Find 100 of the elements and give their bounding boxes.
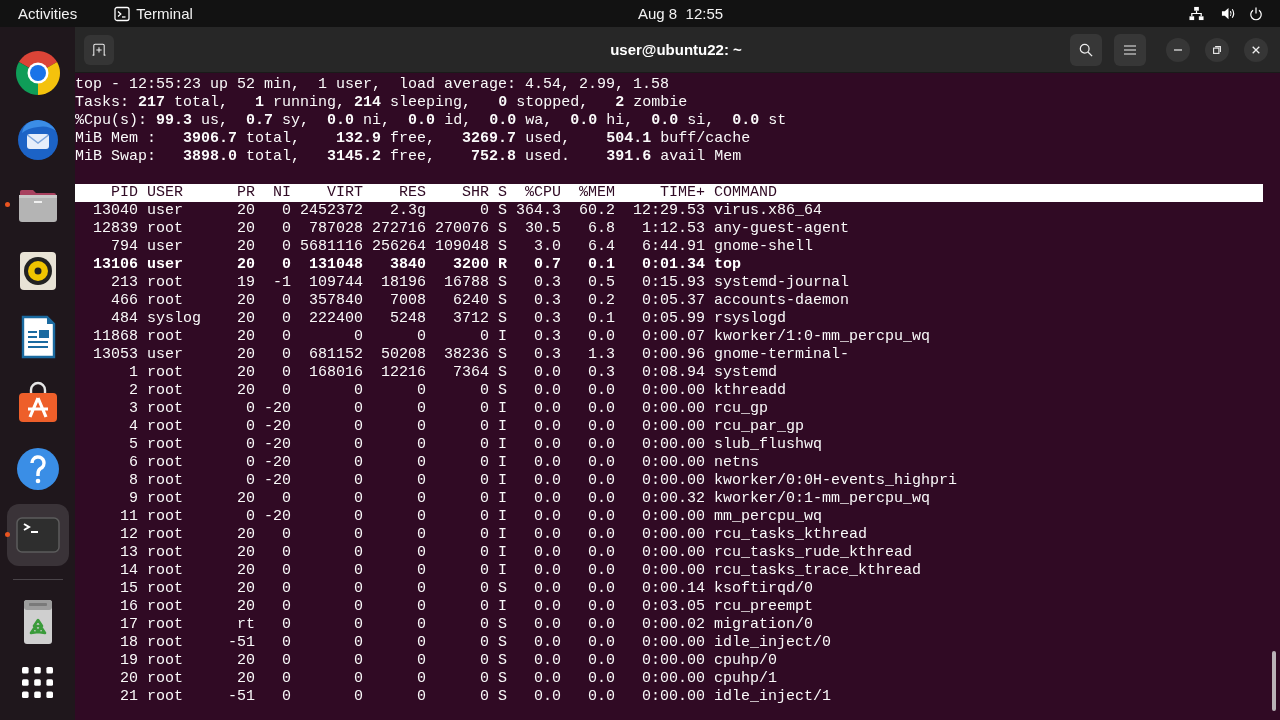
- table-cell: 0: [354, 616, 363, 634]
- table-cell: 13040: [93, 202, 138, 220]
- table-cell: 15: [120, 580, 138, 598]
- table-cell: 0: [417, 472, 426, 490]
- table-cell: 5681116: [300, 238, 363, 256]
- table-cell: -20: [264, 400, 291, 418]
- app-menu-button[interactable]: Terminal: [114, 0, 193, 27]
- table-cell: 18196: [381, 274, 426, 292]
- table-cell: rcu_tasks_trace_kthread: [714, 562, 922, 580]
- table-cell: I: [498, 598, 507, 616]
- table-cell: 5: [129, 436, 138, 454]
- power-icon[interactable]: [1249, 6, 1263, 21]
- restore-button[interactable]: [1205, 37, 1229, 62]
- table-cell: 0: [354, 472, 363, 490]
- table-cell: 0: [282, 202, 291, 220]
- table-cell: 466: [111, 292, 138, 310]
- table-cell: 20: [237, 220, 255, 238]
- network-icon[interactable]: [1189, 6, 1204, 21]
- table-cell: 0.3: [534, 310, 561, 328]
- table-cell: 6.8: [588, 220, 615, 238]
- table-cell: 3200: [453, 256, 489, 274]
- table-cell: 0: [282, 580, 291, 598]
- column-header: COMMAND: [714, 184, 777, 202]
- table-cell: 0.3: [534, 274, 561, 292]
- table-cell: 0.0: [534, 652, 561, 670]
- table-cell: S: [498, 670, 507, 688]
- table-cell: -51: [228, 634, 255, 652]
- table-cell: 0: [417, 400, 426, 418]
- table-cell: 13053: [93, 346, 138, 364]
- table-cell: 0: [417, 526, 426, 544]
- table-cell: root: [147, 274, 183, 292]
- table-cell: 0: [282, 544, 291, 562]
- table-cell: S: [498, 238, 507, 256]
- table-cell: 4: [129, 418, 138, 436]
- table-cell: 0: [282, 382, 291, 400]
- search-button[interactable]: [1070, 33, 1102, 66]
- table-cell: 0: [282, 688, 291, 706]
- table-cell: S: [498, 202, 507, 220]
- scrollbar-thumb[interactable]: [1272, 651, 1276, 711]
- table-cell: top: [714, 256, 741, 274]
- table-cell: 1.3: [588, 346, 615, 364]
- table-cell: 0:05.99: [642, 310, 705, 328]
- menu-button[interactable]: [1114, 33, 1146, 66]
- table-cell: I: [498, 454, 507, 472]
- table-cell: -51: [228, 688, 255, 706]
- table-cell: 5248: [390, 310, 426, 328]
- minimize-button[interactable]: [1166, 37, 1190, 62]
- table-cell: 0.0: [534, 454, 561, 472]
- table-cell: 0: [282, 670, 291, 688]
- table-cell: 0: [282, 346, 291, 364]
- table-cell: 0:05.37: [642, 292, 705, 310]
- clock-button[interactable]: Aug 8 12:55: [638, 0, 724, 27]
- new-tab-button[interactable]: [84, 34, 114, 65]
- table-cell: root: [147, 580, 183, 598]
- table-cell: 12:29.53: [633, 202, 705, 220]
- table-cell: 0.0: [588, 436, 615, 454]
- table-cell: 0:15.93: [642, 274, 705, 292]
- table-cell: S: [498, 382, 507, 400]
- table-cell: any-guest-agent: [714, 220, 850, 238]
- table-cell: 6240: [453, 292, 489, 310]
- activities-button[interactable]: Activities: [18, 0, 78, 27]
- table-cell: 20: [237, 310, 255, 328]
- table-cell: R: [498, 256, 507, 274]
- table-cell: 0: [354, 670, 363, 688]
- table-cell: 787028: [309, 220, 363, 238]
- grid-icon: [22, 666, 53, 698]
- table-cell: syslog: [147, 310, 201, 328]
- table-cell: 0: [354, 490, 363, 508]
- table-cell: root: [147, 328, 183, 346]
- table-cell: 0: [417, 580, 426, 598]
- table-cell: rcu_gp: [714, 400, 768, 418]
- table-cell: 0: [282, 364, 291, 382]
- tricolor-circle-icon: [13, 49, 62, 97]
- close-button[interactable]: [1244, 37, 1268, 62]
- column-header: VIRT: [327, 184, 363, 202]
- table-cell: 0: [417, 562, 426, 580]
- table-cell: 0: [480, 436, 489, 454]
- table-cell: 20: [237, 580, 255, 598]
- column-header: S: [498, 184, 507, 202]
- table-cell: virus.x86_64: [714, 202, 823, 220]
- table-cell: 20: [237, 202, 255, 220]
- table-cell: 2: [129, 382, 138, 400]
- table-cell: 0: [282, 634, 291, 652]
- table-cell: 0: [354, 598, 363, 616]
- table-cell: 0: [480, 670, 489, 688]
- table-cell: 0: [354, 544, 363, 562]
- table-cell: 0: [354, 418, 363, 436]
- summary-line: MiB Swap: 3898.0 total, 3145.2 free, 752.8 used. 391.6 avail Mem: [75, 148, 742, 166]
- column-header: PID: [111, 184, 138, 202]
- volume-icon[interactable]: [1221, 6, 1236, 21]
- table-cell: rcu_tasks_kthread: [714, 526, 868, 544]
- table-cell: user: [147, 346, 183, 364]
- table-cell: 0.1: [588, 310, 615, 328]
- table-cell: 7364: [453, 364, 489, 382]
- table-cell: 0:00.00: [642, 454, 705, 472]
- table-cell: 0:00.00: [642, 526, 705, 544]
- table-cell: 0.0: [534, 490, 561, 508]
- table-cell: 357840: [309, 292, 363, 310]
- table-cell: 794: [111, 238, 138, 256]
- table-cell: 11868: [93, 328, 138, 346]
